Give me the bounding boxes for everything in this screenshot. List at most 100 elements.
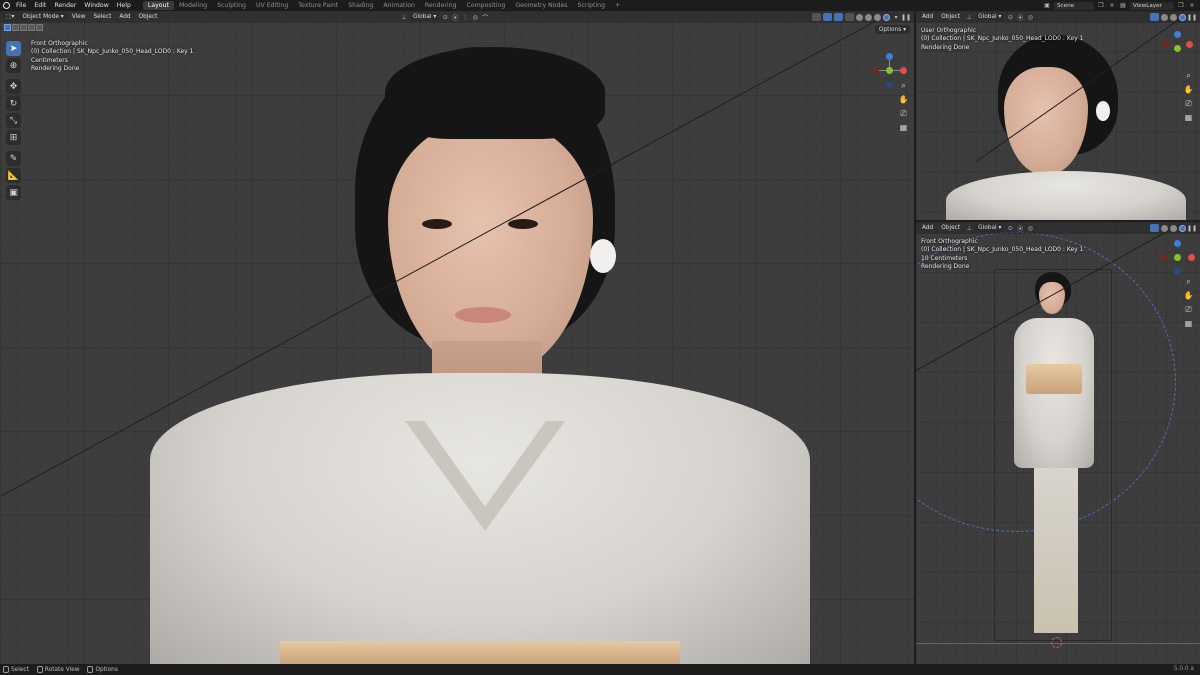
tr-orientation-dropdown[interactable]: Global ▾ bbox=[975, 13, 1005, 21]
options-dropdown[interactable]: Options ▾ bbox=[874, 25, 910, 34]
gizmo-y-axis[interactable] bbox=[886, 67, 893, 74]
visibility-icon[interactable] bbox=[812, 13, 821, 21]
gizmo-z-axis[interactable] bbox=[886, 53, 893, 60]
scale-tool-icon[interactable]: ⤡ bbox=[6, 113, 21, 128]
tab-geometry-nodes[interactable]: Geometry Nodes bbox=[510, 1, 572, 10]
tr-material-shading-icon[interactable] bbox=[1170, 13, 1177, 21]
rendered-shading-icon[interactable] bbox=[883, 13, 890, 21]
tr-gizmo-neg-x-axis[interactable] bbox=[1162, 41, 1169, 48]
tab-animation[interactable]: Animation bbox=[378, 1, 420, 10]
tr-pan-hand-icon[interactable]: ✋ bbox=[1184, 85, 1194, 94]
area-divider-vertical[interactable] bbox=[914, 11, 916, 664]
tr-gizmo-y-axis[interactable] bbox=[1174, 45, 1181, 52]
snap-target-icon[interactable]: ⋮ bbox=[461, 13, 469, 21]
menu-help[interactable]: Help bbox=[113, 2, 135, 9]
br-pan-hand-icon[interactable]: ✋ bbox=[1184, 291, 1194, 300]
shading-options-icon[interactable]: ▾ bbox=[892, 13, 900, 21]
br-pivot-icon[interactable]: ⊙ bbox=[1006, 224, 1014, 232]
annotate-tool-icon[interactable]: ✎ bbox=[6, 151, 21, 166]
select-intersect-icon[interactable] bbox=[36, 24, 43, 31]
select-invert-icon[interactable] bbox=[28, 24, 35, 31]
measure-tool-icon[interactable]: 📐 bbox=[6, 168, 21, 183]
bottom-right-3d-viewport[interactable]: Add Object ⊥ Global ▾ ⊙ ⦿ ◎ ❚❚ Front Ort… bbox=[916, 222, 1200, 664]
view-layer-icon[interactable]: ▤ bbox=[1119, 2, 1127, 10]
tr-menu-object[interactable]: Object bbox=[938, 13, 963, 21]
tr-pivot-icon[interactable]: ⊙ bbox=[1006, 13, 1014, 21]
add-cube-tool-icon[interactable]: ▣ bbox=[6, 185, 21, 200]
select-extend-icon[interactable] bbox=[12, 24, 19, 31]
br-camera-view-icon[interactable]: ⎚ bbox=[1184, 305, 1193, 314]
br-gizmo-neg-x-axis[interactable] bbox=[1160, 254, 1167, 261]
gizmo-neg-x-axis[interactable] bbox=[872, 67, 879, 74]
gizmo-x-axis[interactable] bbox=[900, 67, 907, 74]
tr-rendered-shading-icon[interactable] bbox=[1179, 13, 1186, 21]
br-orientation-dropdown[interactable]: Global ▾ bbox=[975, 224, 1005, 232]
tab-uv-editing[interactable]: UV Editing bbox=[251, 1, 293, 10]
orientation-dropdown[interactable]: Global ▾ bbox=[410, 13, 440, 21]
proportional-edit-icon[interactable]: ◎ bbox=[471, 13, 479, 21]
select-subtract-icon[interactable] bbox=[20, 24, 27, 31]
editor-type-button[interactable]: ⬚▾ bbox=[3, 13, 18, 21]
mode-dropdown[interactable]: Object Mode ▾ bbox=[19, 13, 67, 21]
tab-shading[interactable]: Shading bbox=[343, 1, 378, 10]
tab-texture-paint[interactable]: Texture Paint bbox=[293, 1, 343, 10]
copy-scene-icon[interactable]: ❐ bbox=[1097, 2, 1105, 10]
br-gizmo-x-axis[interactable] bbox=[1188, 254, 1195, 261]
select-new-icon[interactable] bbox=[4, 24, 11, 31]
top-right-3d-viewport[interactable]: Add Object ⊥ Global ▾ ⊙ ⦿ ◎ ❚❚ User Orth… bbox=[916, 11, 1200, 220]
menu-file[interactable]: File bbox=[12, 2, 30, 9]
view-layer-field[interactable]: ViewLayer bbox=[1130, 1, 1174, 10]
tr-proportional-icon[interactable]: ◎ bbox=[1026, 13, 1034, 21]
overlays-toggle-icon[interactable] bbox=[834, 13, 843, 21]
tr-navigation-gizmo[interactable] bbox=[1156, 27, 1200, 71]
pivot-icon[interactable]: ⊙ bbox=[441, 13, 449, 21]
xray-toggle-icon[interactable] bbox=[845, 13, 854, 21]
copy-layer-icon[interactable]: ❐ bbox=[1177, 2, 1185, 10]
br-menu-object[interactable]: Object bbox=[938, 224, 963, 232]
rotate-tool-icon[interactable]: ↻ bbox=[6, 96, 21, 111]
cursor-tool-icon[interactable]: ⊕ bbox=[6, 58, 21, 73]
select-box-tool-icon[interactable]: ➤ bbox=[6, 41, 21, 56]
tr-gizmo-x-axis[interactable] bbox=[1186, 41, 1193, 48]
menu-add[interactable]: Add bbox=[116, 13, 133, 21]
tr-grid-view-icon[interactable]: ▦ bbox=[1184, 113, 1193, 122]
menu-window[interactable]: Window bbox=[80, 2, 112, 9]
tr-solid-shading-icon[interactable] bbox=[1161, 13, 1168, 21]
menu-render[interactable]: Render bbox=[50, 2, 80, 9]
tr-zoom-icon[interactable]: ⌕ bbox=[1184, 71, 1193, 80]
move-tool-icon[interactable]: ✥ bbox=[6, 79, 21, 94]
gizmo-neg-z-axis[interactable] bbox=[886, 81, 893, 88]
tr-overlays-icon[interactable] bbox=[1150, 13, 1159, 21]
close-scene-icon[interactable]: × bbox=[1108, 2, 1116, 10]
br-grid-view-icon[interactable]: ▦ bbox=[1184, 319, 1193, 328]
solid-shading-icon[interactable] bbox=[865, 13, 872, 21]
falloff-icon[interactable]: ⌒ bbox=[481, 13, 489, 22]
snap-icon[interactable]: ⦿ bbox=[451, 13, 459, 22]
br-rendered-shading-icon[interactable] bbox=[1179, 224, 1186, 232]
gizmo-toggle-icon[interactable] bbox=[823, 13, 832, 21]
pause-render-icon[interactable]: ❚❚ bbox=[901, 13, 911, 21]
tr-camera-view-icon[interactable]: ⎚ bbox=[1184, 99, 1193, 108]
grid-view-icon[interactable]: ▦ bbox=[899, 123, 908, 132]
br-snap-icon[interactable]: ⦿ bbox=[1016, 224, 1024, 233]
camera-view-icon[interactable]: ⎚ bbox=[899, 109, 908, 118]
menu-object[interactable]: Object bbox=[136, 13, 161, 21]
add-workspace-icon[interactable]: + bbox=[610, 1, 625, 10]
br-gizmo-y-axis[interactable] bbox=[1174, 254, 1181, 261]
br-gizmo-z-axis[interactable] bbox=[1174, 240, 1181, 247]
tab-rendering[interactable]: Rendering bbox=[420, 1, 462, 10]
br-zoom-icon[interactable]: ⌕ bbox=[1184, 277, 1193, 286]
menu-select[interactable]: Select bbox=[90, 13, 114, 21]
zoom-icon[interactable]: ⌕ bbox=[899, 81, 908, 90]
material-shading-icon[interactable] bbox=[874, 13, 881, 21]
br-overlays-icon[interactable] bbox=[1150, 224, 1159, 232]
area-divider-horizontal[interactable] bbox=[916, 220, 1200, 222]
main-3d-viewport[interactable]: ⬚▾ Object Mode ▾ View Select Add Object … bbox=[0, 11, 914, 664]
scene-icon[interactable]: ▣ bbox=[1043, 2, 1051, 10]
pan-hand-icon[interactable]: ✋ bbox=[899, 95, 909, 104]
transform-tool-icon[interactable]: ⊞ bbox=[6, 130, 21, 145]
br-proportional-icon[interactable]: ◎ bbox=[1026, 224, 1034, 232]
tab-modeling[interactable]: Modeling bbox=[174, 1, 212, 10]
tr-menu-add[interactable]: Add bbox=[919, 13, 936, 21]
br-gizmo-neg-z-axis[interactable] bbox=[1174, 268, 1181, 275]
